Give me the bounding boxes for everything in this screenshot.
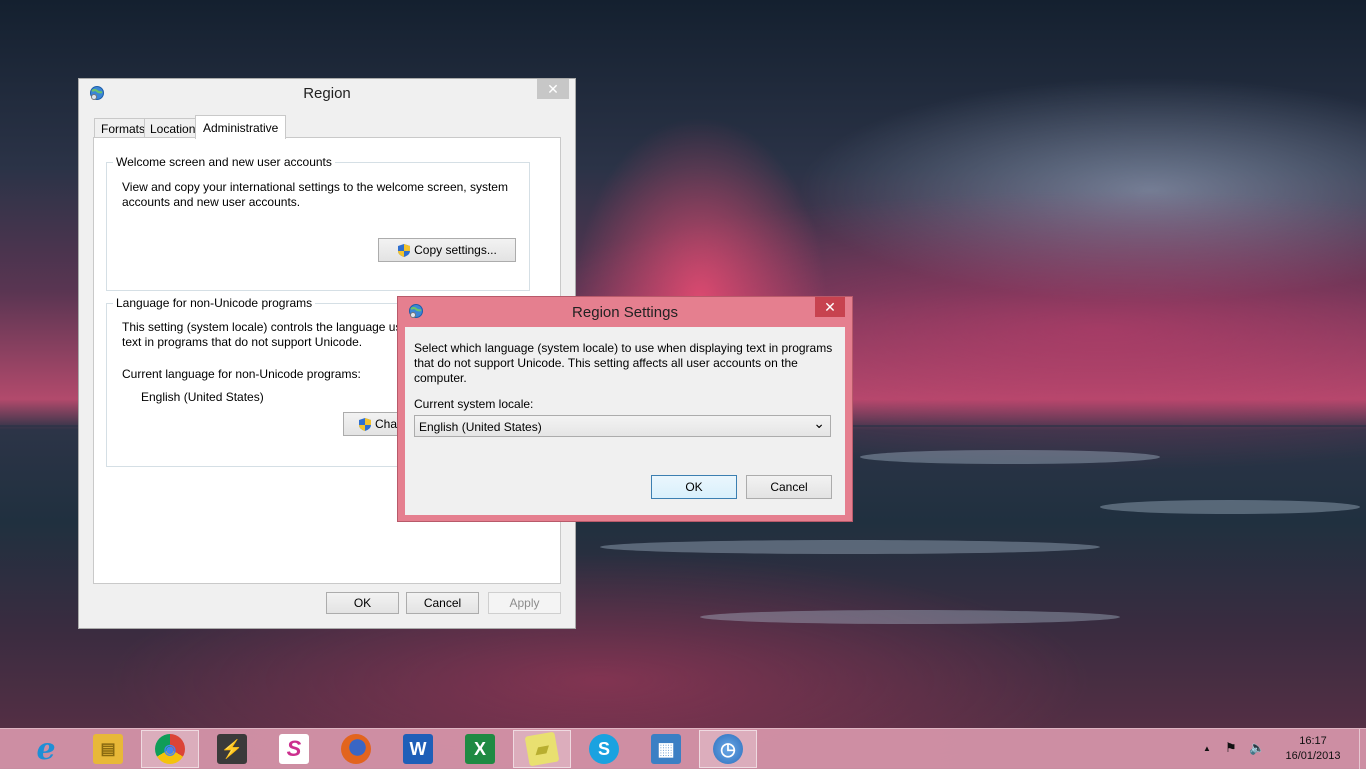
button-label: Cancel — [423, 596, 462, 610]
button-label: OK — [353, 596, 372, 610]
sticky-notes-icon: ▰ — [524, 731, 560, 767]
uac-shield-icon — [359, 417, 371, 431]
button-label: OK — [685, 480, 703, 494]
taskbar-firefox[interactable]: ◐ — [327, 730, 385, 768]
close-button[interactable]: ✕ — [815, 297, 845, 317]
description-line: View and copy your international setting… — [122, 180, 508, 194]
taskbar-creative-app[interactable]: S — [265, 730, 323, 768]
locale-dropdown[interactable]: English (United States) ⌄ — [414, 415, 831, 437]
settings-description: Select which language (system locale) to… — [414, 341, 832, 386]
cancel-button[interactable]: Cancel — [406, 592, 479, 614]
button-label: Apply — [509, 596, 540, 610]
description-line: that do not support Unicode. This settin… — [414, 356, 798, 370]
group-title: Language for non-Unicode programs — [113, 296, 316, 310]
welcome-groupbox: Welcome screen and new user accounts Vie… — [106, 155, 530, 291]
window-title: Region — [303, 85, 351, 102]
lightning-icon: ⚡ — [217, 734, 247, 764]
close-icon: ✕ — [824, 298, 836, 315]
taskbar-excel[interactable]: X — [451, 730, 509, 768]
apply-button[interactable]: Apply — [488, 592, 561, 614]
group-title: Welcome screen and new user accounts — [113, 155, 335, 169]
locale-label: Current system locale: — [414, 397, 534, 411]
taskbar-internet-explorer[interactable]: e — [17, 730, 75, 768]
current-language-value: English (United States) — [141, 390, 264, 404]
region-settings-body: Select which language (system locale) to… — [405, 327, 845, 515]
region-titlebar[interactable]: Region ✕ — [79, 79, 575, 109]
excel-icon: X — [465, 734, 495, 764]
clock-time: 16:17 — [1299, 735, 1327, 747]
wave — [1100, 500, 1360, 514]
taskbar-control-panel[interactable]: ▦ — [637, 730, 695, 768]
description-line: accounts and new user accounts. — [122, 195, 301, 209]
ok-button[interactable]: OK — [326, 592, 399, 614]
button-label: Cancel — [770, 480, 808, 494]
tab-label: Formats — [101, 122, 146, 136]
close-button[interactable]: ✕ — [537, 79, 569, 99]
wave — [600, 540, 1100, 554]
tab-location[interactable]: Location — [144, 118, 202, 138]
taskbar-skype[interactable]: S — [575, 730, 633, 768]
chevron-down-icon: ⌄ — [813, 415, 825, 431]
locale-value: English (United States) — [419, 420, 542, 434]
cancel-button[interactable]: Cancel — [746, 475, 832, 499]
taskbar-file-explorer[interactable]: ▤ — [79, 730, 137, 768]
control-panel-icon: ▦ — [651, 734, 681, 764]
button-label: Copy settings... — [414, 243, 497, 257]
current-language-label: Current language for non-Unicode program… — [122, 367, 361, 381]
skype-icon: S — [589, 734, 619, 764]
swirl-icon: S — [279, 734, 309, 764]
taskbar-word[interactable]: W — [389, 730, 447, 768]
tab-label: Administrative — [203, 121, 279, 135]
show-desktop-button[interactable] — [1359, 729, 1366, 769]
folder-icon: ▤ — [93, 734, 123, 764]
description-line: Select which language (system locale) to… — [414, 341, 833, 355]
copy-settings-button[interactable]: Copy settings... — [378, 238, 516, 262]
tab-label: Location — [150, 122, 196, 136]
description-line: computer. — [414, 371, 467, 385]
unicode-description: This setting (system locale) controls th… — [122, 320, 401, 350]
taskbar-sticky-notes[interactable]: ▰ — [513, 730, 571, 768]
window-title: Region Settings — [572, 304, 678, 321]
taskbar-region[interactable]: ◷ — [699, 730, 757, 768]
wave — [860, 450, 1160, 464]
welcome-description: View and copy your international setting… — [122, 180, 508, 210]
ok-button[interactable]: OK — [651, 475, 737, 499]
chrome-icon: ◉ — [155, 734, 185, 764]
region-settings-titlebar[interactable]: Region Settings ✕ — [398, 297, 852, 327]
taskbar: e ▤ ◉ ⚡ S ◐ W X ▰ S ▦ ◷ ▲ ⚑ 🔈 16:17 16/0… — [0, 728, 1366, 769]
firefox-icon: ◐ — [341, 734, 371, 764]
network-icon[interactable]: ⚑ — [1225, 740, 1237, 756]
description-line: This setting (system locale) controls th… — [122, 320, 402, 334]
tab-administrative[interactable]: Administrative — [195, 115, 287, 139]
description-line: text in programs that do not support Uni… — [122, 335, 363, 349]
close-icon: ✕ — [547, 80, 559, 97]
taskbar-winamp[interactable]: ⚡ — [203, 730, 261, 768]
uac-shield-icon — [398, 243, 411, 257]
volume-icon[interactable]: 🔈 — [1249, 740, 1265, 756]
clock-date: 16/01/2013 — [1285, 750, 1341, 762]
globe-clock-icon: ◷ — [713, 734, 743, 764]
word-icon: W — [403, 734, 433, 764]
clock[interactable]: 16:17 16/01/2013 — [1283, 734, 1343, 764]
show-hidden-icons-icon[interactable]: ▲ — [1203, 744, 1211, 753]
region-settings-window: Region Settings ✕ Select which language … — [397, 296, 853, 522]
wave — [700, 610, 1120, 624]
taskbar-chrome[interactable]: ◉ — [141, 730, 199, 768]
internet-explorer-icon: e — [36, 731, 56, 767]
